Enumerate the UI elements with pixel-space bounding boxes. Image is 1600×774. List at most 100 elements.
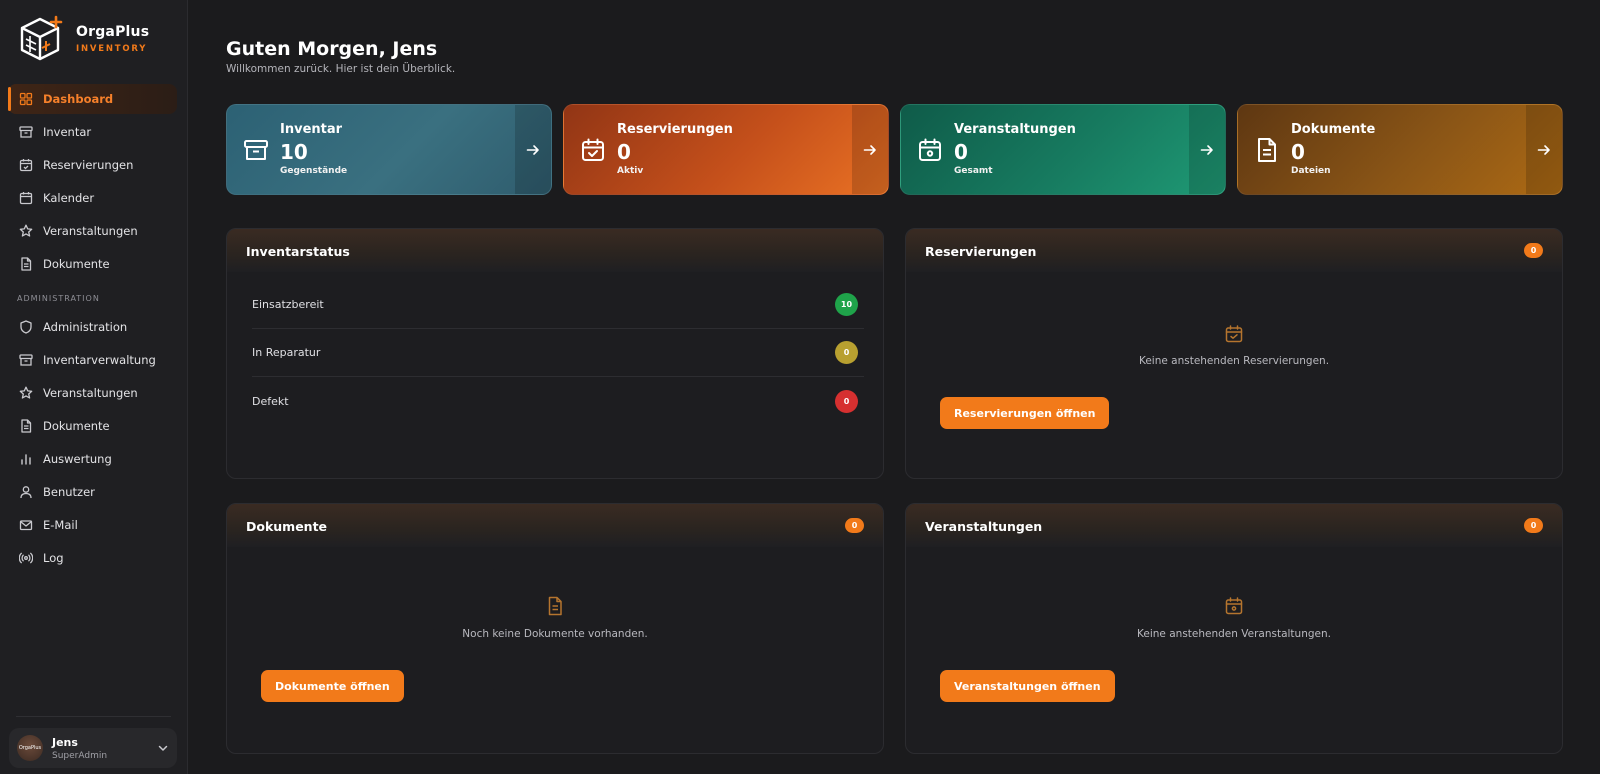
stat-title: Veranstaltungen [954, 122, 1076, 137]
nav-section-administration: ADMINISTRATION [17, 293, 100, 303]
panel-header: Dokumente 0 [227, 504, 883, 547]
nav-item-admin-dokumente[interactable]: Dokumente [8, 411, 177, 441]
open-veranstaltungen-button[interactable] [1189, 105, 1225, 194]
archive-icon [19, 125, 33, 139]
nav-label: Dashboard [43, 92, 114, 106]
status-count-badge: 10 [835, 293, 858, 316]
nav-label: Benutzer [43, 485, 95, 499]
status-label: In Reparatur [252, 346, 321, 359]
nav-item-benutzer[interactable]: Benutzer [8, 477, 177, 507]
inventory-status-panel: Inventarstatus Einsatzbereit 10 In Repar… [226, 228, 884, 479]
stat-card-reservierungen[interactable]: Reservierungen 0 Aktiv [563, 104, 889, 195]
nav-item-admin-veranstaltungen[interactable]: Veranstaltungen [8, 378, 177, 408]
broadcast-icon [19, 551, 33, 565]
open-events-button[interactable]: Veranstaltungen öffnen [940, 670, 1115, 702]
calendar-check-icon [1224, 324, 1244, 344]
stat-card-inventar[interactable]: Inventar 10 Gegenstände [226, 104, 552, 195]
status-count-badge: 0 [835, 341, 858, 364]
stat-title: Inventar [280, 122, 343, 137]
document-icon [19, 419, 33, 433]
chevron-down-icon[interactable] [157, 742, 169, 754]
nav-label: Log [43, 551, 64, 565]
open-inventar-button[interactable] [515, 105, 551, 194]
brand-name: OrgaPlus [76, 24, 150, 40]
brand[interactable]: OrgaPlus INVENTORY [16, 14, 149, 64]
page-title: Guten Morgen, Jens [226, 38, 438, 60]
reservations-panel: Reservierungen 0 Keine anstehenden Reser… [905, 228, 1563, 479]
nav-item-kalender[interactable]: Kalender [8, 183, 177, 213]
stat-value: 0 [954, 140, 968, 164]
documents-panel: Dokumente 0 Noch keine Dokumente vorhand… [226, 503, 884, 754]
status-row-defekt: Defekt 0 [252, 377, 864, 425]
brand-subtitle: INVENTORY [76, 44, 148, 54]
nav-label: Inventarverwaltung [43, 353, 156, 367]
mail-icon [19, 518, 33, 532]
nav-item-dokumente[interactable]: Dokumente [8, 249, 177, 279]
sidebar: OrgaPlus INVENTORY Dashboard Inventar Re… [0, 0, 188, 774]
nav-item-inventar[interactable]: Inventar [8, 117, 177, 147]
stat-title: Reservierungen [617, 122, 733, 137]
open-documents-button[interactable]: Dokumente öffnen [261, 670, 404, 702]
open-reservierungen-button[interactable] [852, 105, 888, 194]
nav-item-auswertung[interactable]: Auswertung [8, 444, 177, 474]
panel-title: Inventarstatus [246, 244, 350, 259]
stat-card-veranstaltungen[interactable]: Veranstaltungen 0 Gesamt [900, 104, 1226, 195]
events-panel: Veranstaltungen 0 Keine anstehenden Vera… [905, 503, 1563, 754]
panel-header: Veranstaltungen 0 [906, 504, 1562, 547]
panel-title: Dokumente [246, 519, 328, 534]
arrow-right-icon [862, 142, 878, 158]
calendar-check-icon [580, 137, 606, 163]
nav-item-dashboard[interactable]: Dashboard [8, 84, 177, 114]
status-row-in-reparatur: In Reparatur 0 [252, 329, 864, 377]
calendar-icon [19, 191, 33, 205]
document-icon [19, 257, 33, 271]
arrow-right-icon [1536, 142, 1552, 158]
open-reservations-button[interactable]: Reservierungen öffnen [940, 397, 1110, 429]
nav-label: Reservierungen [43, 158, 134, 172]
user-name: Jens [52, 735, 78, 749]
nav-label: Kalender [43, 191, 95, 205]
nav-item-administration[interactable]: Administration [8, 312, 177, 342]
star-icon [19, 386, 33, 400]
stat-value: 0 [1291, 140, 1305, 164]
archive-icon [19, 353, 33, 367]
user-role: SuperAdmin [52, 750, 108, 761]
page-subtitle: Willkommen zurück. Hier ist dein Überbli… [226, 63, 456, 75]
panel-header: Inventarstatus [227, 229, 883, 272]
stat-subtitle: Gegenstände [280, 166, 348, 176]
nav-item-email[interactable]: E-Mail [8, 510, 177, 540]
panel-title: Reservierungen [925, 244, 1037, 259]
panel-header: Reservierungen 0 [906, 229, 1562, 272]
arrow-right-icon [525, 142, 541, 158]
status-list: Einsatzbereit 10 In Reparatur 0 Defekt 0 [252, 281, 864, 425]
empty-state-text: Keine anstehenden Reservierungen. [1138, 355, 1330, 367]
document-icon [545, 596, 565, 616]
stat-subtitle: Dateien [1291, 166, 1331, 176]
stat-value: 10 [280, 140, 308, 164]
panel-title: Veranstaltungen [925, 519, 1043, 534]
nav-label: Dokumente [43, 257, 110, 271]
nav-label: Veranstaltungen [43, 224, 138, 238]
shield-icon [19, 320, 33, 334]
stat-title: Dokumente [1291, 122, 1376, 137]
nav-item-log[interactable]: Log [8, 543, 177, 573]
nav-item-inventarverwaltung[interactable]: Inventarverwaltung [8, 345, 177, 375]
status-label: Einsatzbereit [252, 298, 324, 311]
status-row-einsatzbereit: Einsatzbereit 10 [252, 281, 864, 329]
nav-item-veranstaltungen[interactable]: Veranstaltungen [8, 216, 177, 246]
open-dokumente-button[interactable] [1526, 105, 1562, 194]
count-badge: 0 [1524, 243, 1543, 258]
bar-chart-icon [19, 452, 33, 466]
nav-label: Administration [43, 320, 128, 334]
arrow-right-icon [1199, 142, 1215, 158]
count-badge: 0 [1524, 518, 1543, 533]
user-menu[interactable]: OrgaPlus Jens SuperAdmin [9, 728, 177, 768]
nav-item-reservierungen[interactable]: Reservierungen [8, 150, 177, 180]
calendar-check-icon [19, 158, 33, 172]
stat-card-dokumente[interactable]: Dokumente 0 Dateien [1237, 104, 1563, 195]
nav-label: Auswertung [43, 452, 112, 466]
status-count-badge: 0 [835, 389, 858, 413]
empty-state-text: Noch keine Dokumente vorhanden. [462, 628, 648, 640]
nav-label: Dokumente [43, 419, 110, 433]
status-label: Defekt [252, 394, 289, 408]
